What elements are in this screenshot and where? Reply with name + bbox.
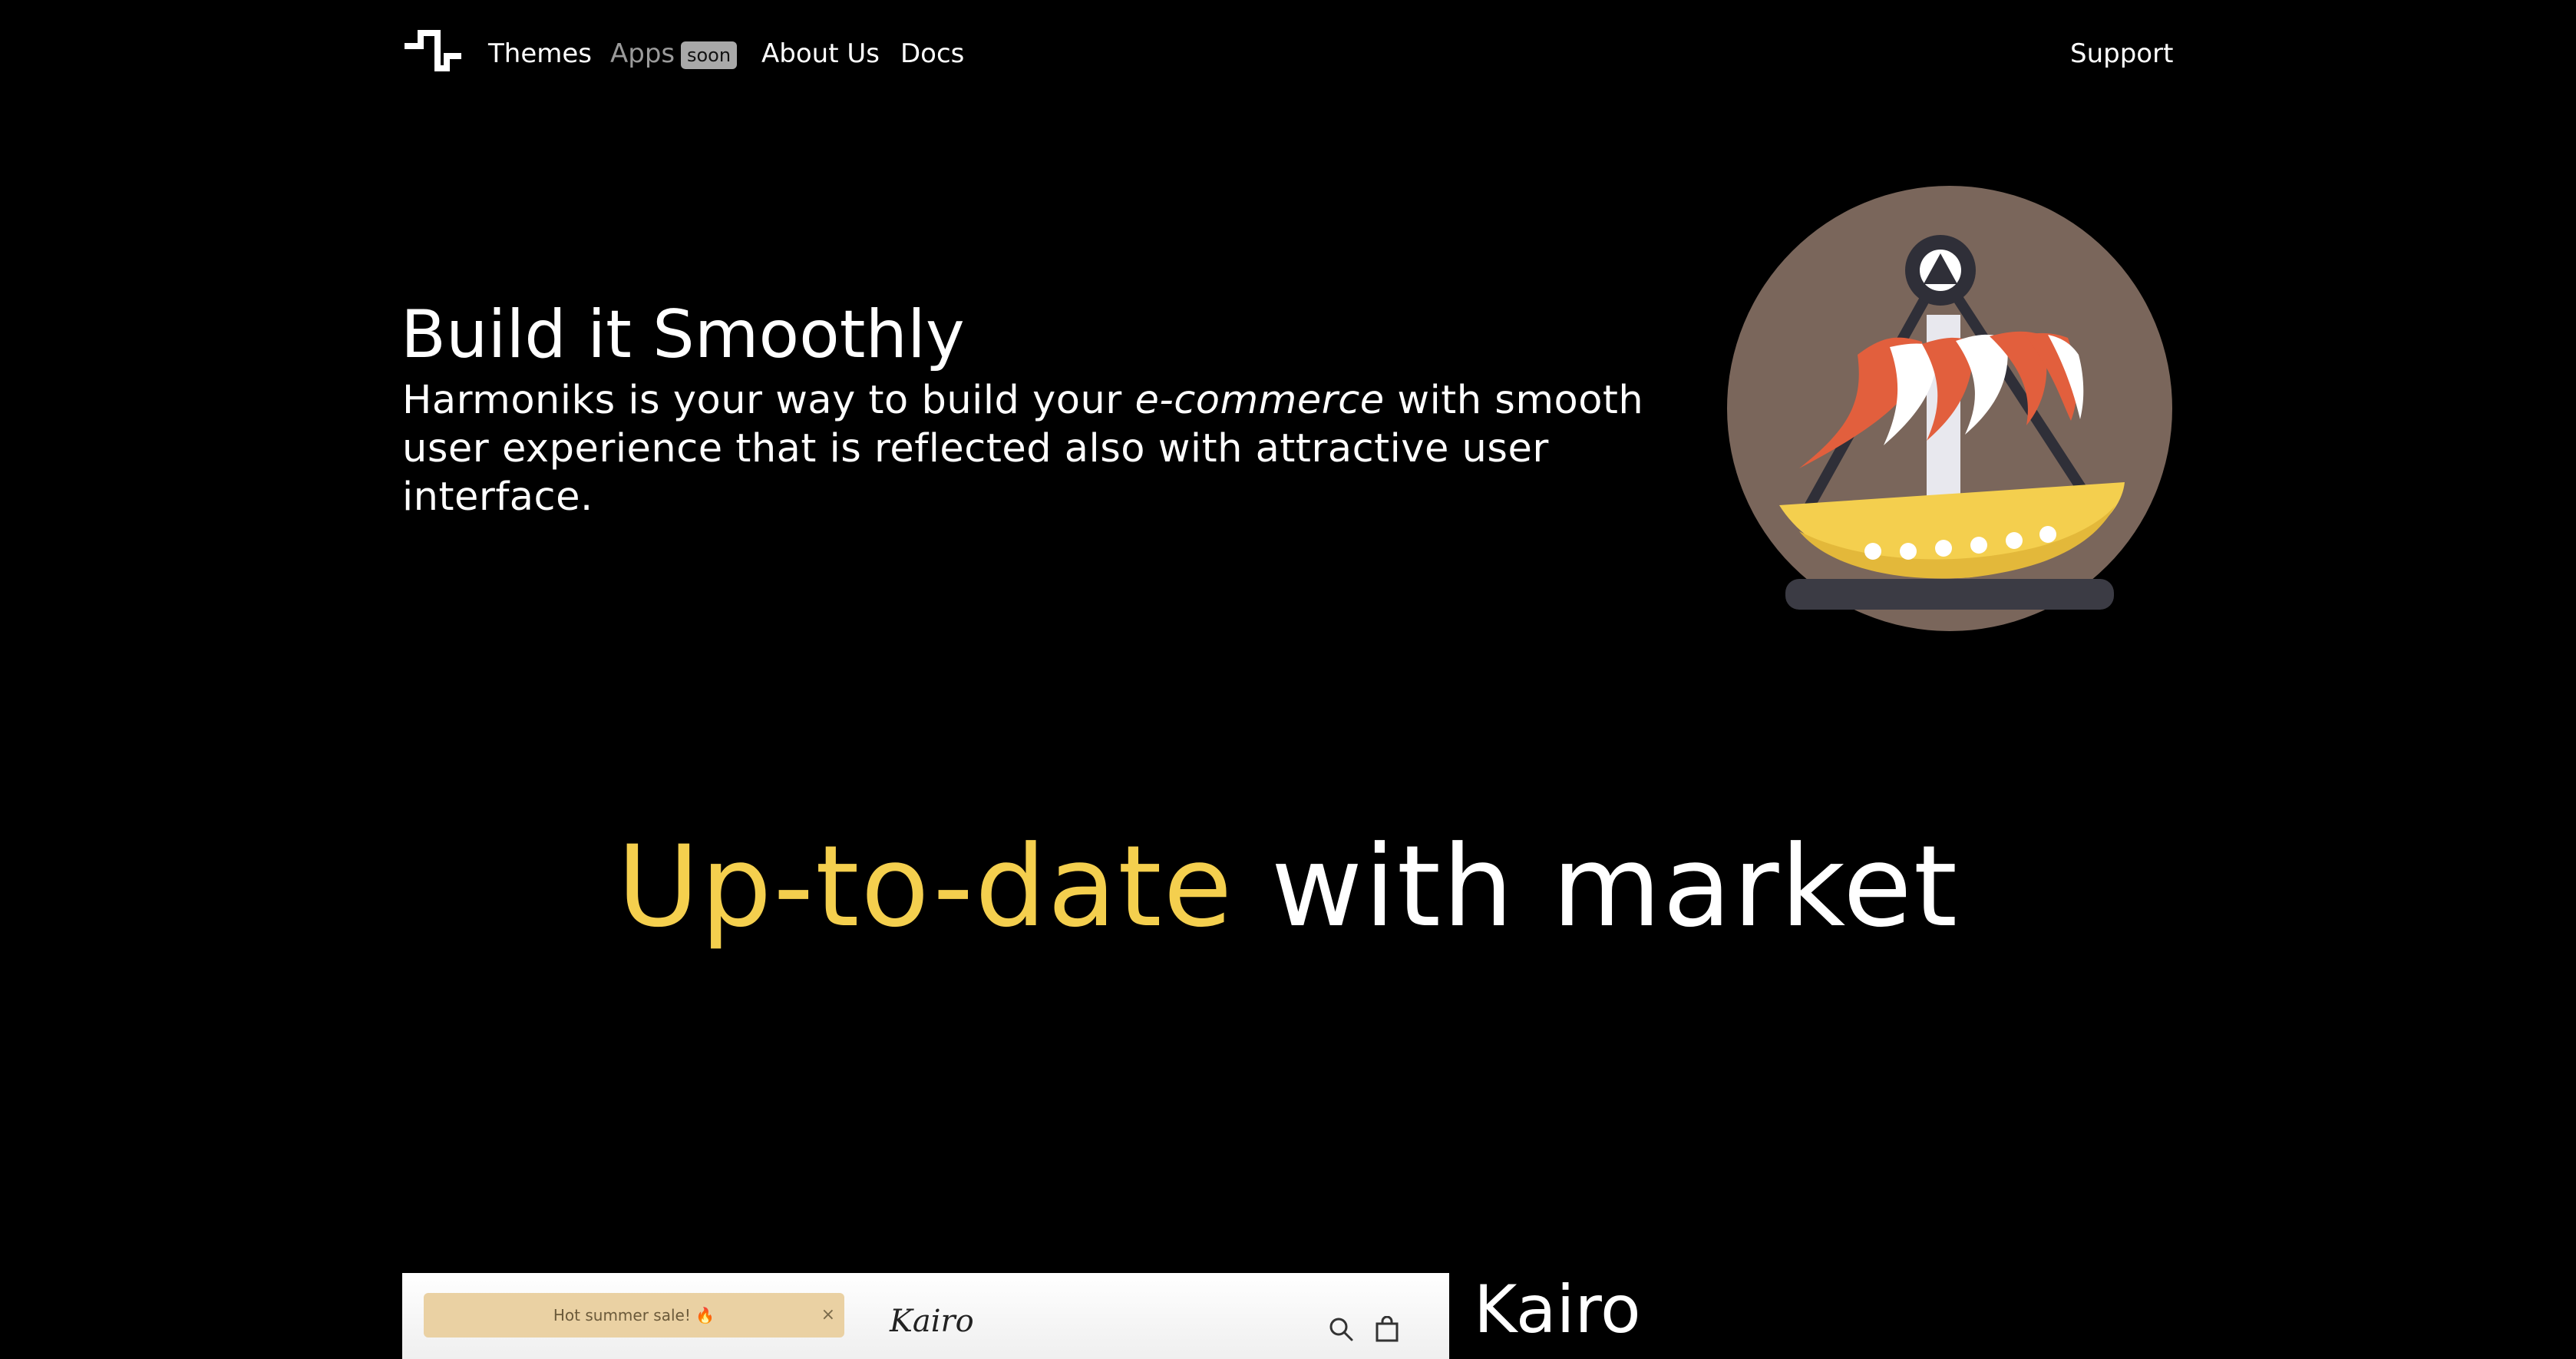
pirate-ship-ride-icon xyxy=(1727,186,2172,631)
sale-announcement-bar: Hot summer sale! 🔥 × xyxy=(424,1293,844,1338)
hero-title: Build it Smoothly xyxy=(401,296,965,373)
apps-soon-badge: soon xyxy=(681,41,737,69)
close-icon[interactable]: × xyxy=(821,1293,835,1338)
theme-name-heading: Kairo xyxy=(1474,1271,1641,1348)
market-tagline: Up-to-date with market xyxy=(0,814,2576,960)
nav-link-support[interactable]: Support xyxy=(2070,37,2173,71)
shopping-bag-icon[interactable] xyxy=(1374,1316,1400,1342)
nav-link-themes[interactable]: Themes xyxy=(488,37,592,71)
hero-desc-start: Harmoniks is your way to build your xyxy=(402,378,1135,423)
logo-icon[interactable] xyxy=(402,29,464,72)
sale-text: Hot summer sale! 🔥 xyxy=(553,1306,715,1324)
nav-link-docs[interactable]: Docs xyxy=(900,37,964,71)
nav-link-apps[interactable]: Apps xyxy=(610,37,675,71)
search-icon[interactable] xyxy=(1328,1316,1354,1342)
preview-brand-logo: Kairo xyxy=(890,1304,974,1339)
hero-description: Harmoniks is your way to build your e-co… xyxy=(402,376,1676,521)
top-navigation: Themes Apps soon About Us Docs Support xyxy=(0,0,2576,107)
theme-preview-screenshot[interactable]: Hot summer sale! 🔥 × Kairo xyxy=(402,1273,1449,1359)
tagline-rest: with market xyxy=(1234,822,1960,952)
hero-desc-emphasis: e-commerce xyxy=(1134,378,1385,423)
tagline-highlight: Up-to-date xyxy=(616,822,1234,952)
nav-link-about-us[interactable]: About Us xyxy=(761,37,880,71)
